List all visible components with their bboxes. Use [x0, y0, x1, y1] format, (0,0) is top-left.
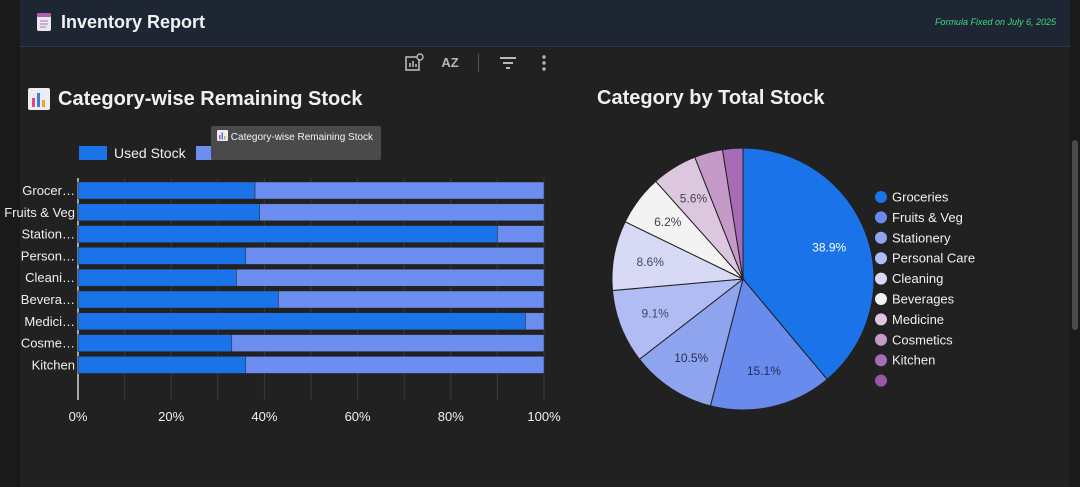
pie-slice-label: 10.5% — [674, 351, 708, 365]
x-tick-label: 80% — [438, 409, 464, 424]
bar-remaining[interactable] — [259, 203, 545, 222]
legend-dot — [875, 293, 887, 305]
x-tick-label: 40% — [251, 409, 277, 424]
report-header: Inventory Report Formula Fixed on July 6… — [20, 0, 1070, 47]
page-title: Inventory Report — [61, 12, 206, 32]
legend-dot — [875, 211, 887, 224]
toolbar-divider — [478, 54, 479, 72]
category-label: Cosme… — [21, 336, 75, 351]
legend-label[interactable]: Fruits & Veg — [892, 210, 963, 225]
legend-label[interactable]: Kitchen — [892, 353, 935, 368]
bar-chart-icon — [28, 88, 50, 110]
legend-label[interactable]: Groceries — [892, 190, 949, 205]
scrollbar-thumb[interactable] — [1072, 140, 1078, 330]
legend-dot — [875, 231, 887, 244]
category-label: Cleani… — [25, 270, 75, 285]
bar-remaining[interactable] — [245, 247, 545, 265]
pie-chart-plot: 38.9% 15.1% 10.5% 9.1% 8.6% 6.2% 5.6% Groceries… — [611, 147, 975, 411]
bar-used[interactable] — [77, 247, 247, 265]
bar-remaining[interactable] — [231, 334, 545, 352]
pie-slice-label: 8.6% — [637, 255, 665, 269]
legend-dot — [875, 191, 887, 203]
filter-icon[interactable] — [496, 52, 520, 74]
legend-label[interactable]: Cleaning — [892, 271, 943, 286]
formula-note: Formula Fixed on July 6, 2025 — [934, 17, 1056, 27]
legend-dot — [875, 354, 887, 367]
insert-chart-icon[interactable] — [402, 52, 426, 74]
bar-used[interactable] — [77, 334, 233, 352]
bar-used[interactable] — [77, 312, 526, 331]
legend-used-swatch — [79, 146, 107, 160]
bar-remaining[interactable] — [236, 268, 545, 287]
bar-remaining[interactable] — [525, 312, 545, 331]
category-label: Medici… — [24, 314, 75, 329]
bar-used[interactable] — [77, 225, 498, 243]
category-label: Kitchen — [32, 357, 75, 372]
pie-slice-label: 5.6% — [680, 192, 708, 206]
bar-remaining[interactable] — [254, 181, 545, 200]
legend-dot — [875, 272, 887, 285]
category-label: Fruits & Veg — [4, 205, 75, 220]
bar-remaining[interactable] — [497, 225, 545, 243]
legend-label[interactable]: Stationery — [892, 230, 951, 245]
legend-tooltip: Category-wise Remaining Stock — [211, 126, 381, 160]
pie-slice-label: 6.2% — [654, 215, 682, 229]
legend-dot — [875, 374, 887, 387]
x-tick-label: 100% — [527, 409, 561, 424]
bar-used[interactable] — [77, 181, 256, 200]
pie-chart-title: Category by Total Stock — [597, 87, 825, 109]
x-tick-label: 60% — [345, 409, 371, 424]
bar-used[interactable] — [77, 203, 260, 222]
legend-dot — [875, 313, 887, 326]
legend-remaining-swatch — [196, 146, 212, 160]
report-icon — [37, 13, 51, 31]
category-label: Station… — [22, 227, 75, 242]
pie-slice-label: 9.1% — [642, 306, 670, 320]
bar-remaining[interactable] — [245, 356, 545, 374]
bar-chart-plot: Grocer… Fruits & Veg Station… Person… Cleani… — [4, 178, 561, 424]
legend-label[interactable]: Cosmetics — [892, 332, 953, 347]
pie-slice-label: 38.9% — [812, 241, 846, 255]
x-tick-label: 0% — [69, 409, 88, 424]
bar-used[interactable] — [77, 268, 237, 287]
sort-az-icon[interactable]: AZ — [438, 52, 462, 74]
bar-remaining[interactable] — [278, 290, 545, 309]
right-edge — [1070, 0, 1080, 487]
legend-dot — [875, 333, 887, 346]
legend-used-label[interactable]: Used Stock — [114, 145, 186, 161]
bar-used[interactable] — [77, 290, 279, 309]
bar-used[interactable] — [77, 356, 247, 374]
legend-label[interactable]: Personal Care — [892, 251, 975, 266]
legend-label[interactable]: Medicine — [892, 312, 944, 327]
x-tick-label: 20% — [158, 409, 184, 424]
category-label: Person… — [21, 248, 75, 263]
pie-slice-label: 15.1% — [747, 364, 781, 378]
tooltip-text: Category-wise Remaining Stock — [230, 132, 374, 143]
tooltip-chart-icon — [217, 130, 228, 141]
legend-dot — [875, 252, 887, 265]
legend-label[interactable]: Beverages — [892, 292, 955, 307]
category-label: Grocer… — [22, 183, 75, 198]
category-label: Bevera… — [21, 292, 75, 307]
bar-chart-title: Category-wise Remaining Stock — [58, 88, 363, 110]
more-vert-icon[interactable] — [532, 52, 556, 74]
